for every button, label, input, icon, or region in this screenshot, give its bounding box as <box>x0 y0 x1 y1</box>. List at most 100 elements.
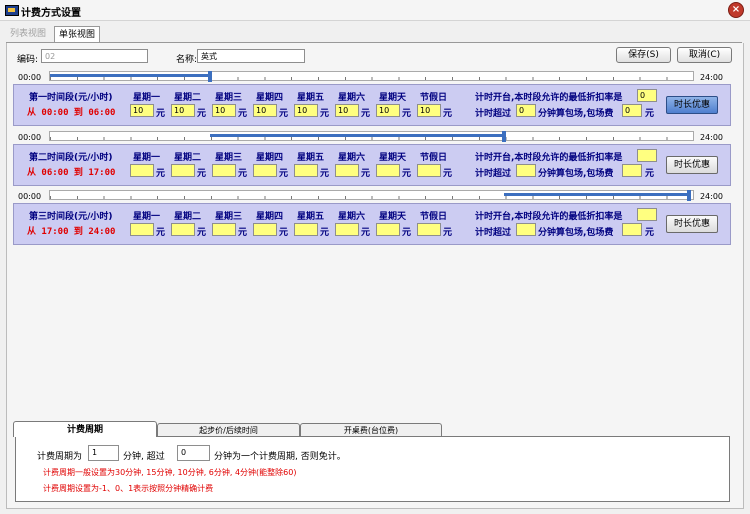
price-unit: 元 <box>197 228 207 238</box>
day-price-field[interactable]: 10 <box>212 104 236 117</box>
price-unit: 元 <box>238 109 248 119</box>
price-unit: 元 <box>279 109 289 119</box>
slider-track[interactable] <box>49 131 694 142</box>
price-unit: 元 <box>402 228 412 238</box>
day-price-field[interactable] <box>335 164 359 177</box>
title-bar: 计费方式设置 × <box>0 0 750 21</box>
day-header: 星期六 <box>338 212 366 222</box>
period-box: 第二时间段(元/小时) 从 06:00 到 17:00 星期一元星期二元星期三元… <box>13 144 731 186</box>
min-discount-field[interactable] <box>637 208 657 221</box>
price-unit: 元 <box>443 228 453 238</box>
cycle-threshold-field[interactable]: 0 <box>177 445 210 461</box>
name-field[interactable]: 英式 <box>197 49 305 63</box>
slider-track[interactable] <box>49 190 694 201</box>
name-label: 名称: <box>176 55 198 65</box>
cycle-desc-label: 分钟为一个计费周期, 否则免计。 <box>214 452 346 462</box>
day-header: 星期五 <box>297 93 325 103</box>
day-price-field[interactable] <box>171 223 195 236</box>
price-unit: 元 <box>443 109 453 119</box>
package-label: 分钟算包场,包场费 <box>538 228 614 238</box>
day-price-field[interactable] <box>376 223 400 236</box>
day-header: 星期天 <box>379 93 407 103</box>
day-header: 星期一 <box>133 93 161 103</box>
day-header: 星期二 <box>174 93 202 103</box>
day-header: 星期一 <box>133 212 161 222</box>
day-header: 星期六 <box>338 93 366 103</box>
day-price-field[interactable] <box>130 164 154 177</box>
save-button[interactable]: 保存(S) <box>616 47 671 63</box>
day-price-field[interactable] <box>417 223 441 236</box>
min-discount-field[interactable]: 0 <box>637 89 657 102</box>
duration-discount-button[interactable]: 时长优惠 <box>666 215 718 233</box>
day-price-field[interactable] <box>212 223 236 236</box>
tab-start-price[interactable]: 起步价/后续时间 <box>157 423 300 437</box>
overtime-minutes-field[interactable] <box>516 164 536 177</box>
package-unit: 元 <box>645 109 655 119</box>
day-header: 星期四 <box>256 153 284 163</box>
price-unit: 元 <box>197 169 207 179</box>
duration-discount-button[interactable]: 时长优惠 <box>666 96 718 114</box>
code-field[interactable]: 02 <box>41 49 148 63</box>
package-label: 分钟算包场,包场费 <box>538 109 614 119</box>
period-title: 第三时间段(元/小时) <box>29 212 113 222</box>
tab-single-view[interactable]: 单张视图 <box>54 26 101 43</box>
tab-billing-cycle[interactable]: 计费周期 <box>13 421 157 437</box>
price-unit: 元 <box>279 228 289 238</box>
cancel-button[interactable]: 取消(C) <box>677 47 732 63</box>
min-discount-field[interactable] <box>637 149 657 162</box>
day-price-field[interactable]: 10 <box>130 104 154 117</box>
day-price-field[interactable] <box>130 223 154 236</box>
package-label: 分钟算包场,包场费 <box>538 169 614 179</box>
day-price-field[interactable]: 10 <box>335 104 359 117</box>
cycle-label: 计费周期为 <box>37 452 83 462</box>
tab-list-view[interactable]: 列表视图 <box>6 26 50 42</box>
package-fee-field[interactable]: 0 <box>622 104 642 117</box>
period-range: 从 00:00 到 06:00 <box>27 108 116 118</box>
day-price-field[interactable]: 10 <box>294 104 318 117</box>
overtime-label: 计时超过 <box>475 169 512 179</box>
day-price-field[interactable]: 10 <box>376 104 400 117</box>
day-price-field[interactable]: 10 <box>417 104 441 117</box>
day-price-field[interactable] <box>253 164 277 177</box>
day-header: 星期六 <box>338 153 366 163</box>
day-price-field[interactable]: 10 <box>171 104 195 117</box>
price-unit: 元 <box>320 109 330 119</box>
day-price-field[interactable] <box>294 223 318 236</box>
slider-fill <box>210 134 505 137</box>
slider-handle[interactable] <box>208 71 213 82</box>
time-slider[interactable]: 00:00 24:00 <box>13 189 731 203</box>
day-header: 星期三 <box>215 212 243 222</box>
period-title: 第二时间段(元/小时) <box>29 153 113 163</box>
day-price-field[interactable] <box>376 164 400 177</box>
close-icon[interactable]: × <box>728 2 744 18</box>
slider-handle[interactable] <box>687 190 691 201</box>
time-slider[interactable]: 00:00 24:00 <box>13 130 731 144</box>
duration-discount-button[interactable]: 时长优惠 <box>666 156 718 174</box>
time-slider[interactable]: 00:00 24:00 <box>13 70 731 84</box>
overtime-minutes-field[interactable] <box>516 223 536 236</box>
price-unit: 元 <box>320 228 330 238</box>
slider-track[interactable] <box>49 71 694 82</box>
price-unit: 元 <box>320 169 330 179</box>
day-price-field[interactable] <box>294 164 318 177</box>
package-fee-field[interactable] <box>622 223 642 236</box>
day-price-field[interactable] <box>417 164 441 177</box>
slider-handle[interactable] <box>502 131 507 142</box>
tab-table-fee[interactable]: 开桌费(台位费) <box>300 423 442 437</box>
day-price-field[interactable] <box>253 223 277 236</box>
package-unit: 元 <box>645 169 655 179</box>
day-price-field[interactable] <box>335 223 359 236</box>
day-header: 星期三 <box>215 153 243 163</box>
discount-label: 计时开台,本时段允许的最低折扣率是 <box>475 93 623 103</box>
package-fee-field[interactable] <box>622 164 642 177</box>
overtime-minutes-field[interactable]: 0 <box>516 104 536 117</box>
cycle-minutes-field[interactable]: 1 <box>88 445 119 461</box>
discount-label: 计时开台,本时段允许的最低折扣率是 <box>475 153 623 163</box>
day-price-field[interactable] <box>212 164 236 177</box>
day-price-field[interactable]: 10 <box>253 104 277 117</box>
day-price-field[interactable] <box>171 164 195 177</box>
cycle-exceed-label: 分钟, 超过 <box>123 452 165 462</box>
day-header: 星期二 <box>174 153 202 163</box>
day-header: 节假日 <box>420 93 448 103</box>
price-unit: 元 <box>402 109 412 119</box>
